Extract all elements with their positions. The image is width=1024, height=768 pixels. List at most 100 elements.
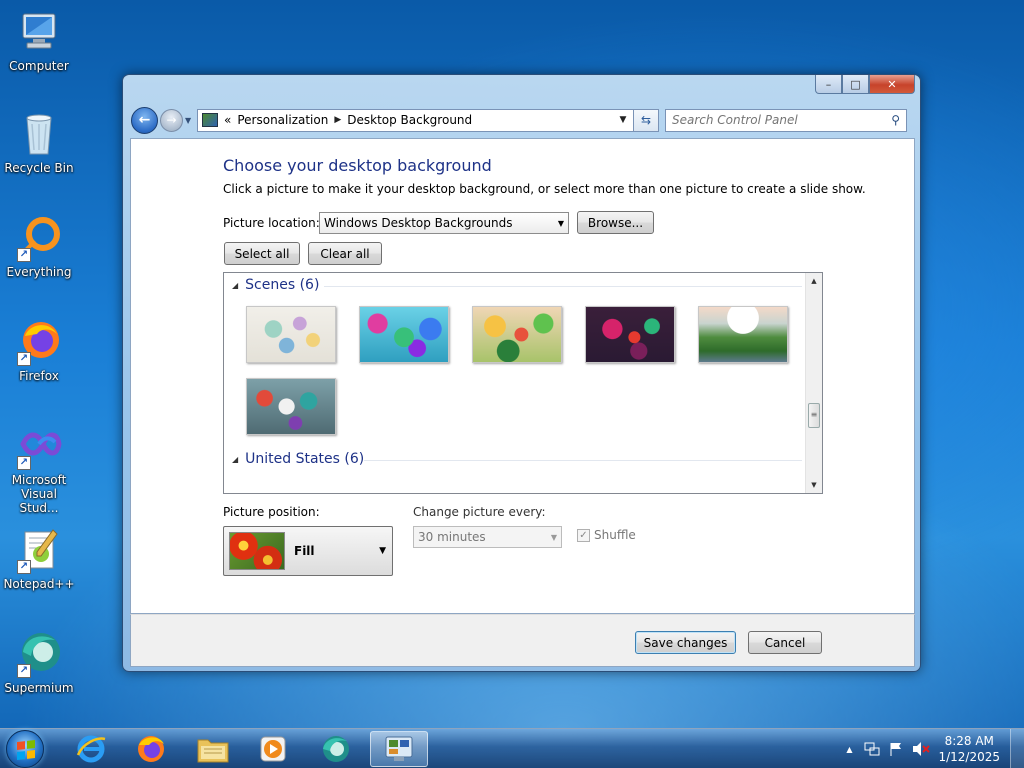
wallpaper-thumbnail[interactable]	[472, 306, 562, 363]
arrow-left-icon: ←	[138, 112, 151, 128]
desktop-icon-supermium[interactable]: ↗ Supermium	[0, 630, 78, 695]
recent-pages-dropdown[interactable]: ▼	[185, 116, 193, 125]
taskbar-firefox[interactable]	[122, 731, 180, 767]
desktop-icon-label: Notepad++	[3, 577, 75, 591]
checkmark-icon: ✓	[577, 528, 590, 542]
navigation-bar: ← → ▼ « Personalization ▶ Desktop Backgr…	[131, 106, 912, 134]
control-panel-icon	[202, 113, 218, 127]
scroll-thumb[interactable]: ≡	[808, 403, 820, 428]
desktop-icon-label: Computer	[9, 59, 69, 73]
wallpaper-thumbnail[interactable]	[246, 378, 336, 435]
position-preview-image	[229, 532, 285, 570]
page-description: Click a picture to make it your desktop …	[223, 182, 866, 196]
action-center-flag-icon[interactable]	[888, 741, 904, 757]
content-panel: Choose your desktop background Click a p…	[130, 138, 915, 614]
start-button[interactable]	[6, 730, 44, 768]
taskbar-file-explorer[interactable]	[184, 731, 242, 767]
address-bar[interactable]: « Personalization ▶ Desktop Background ▼	[197, 108, 634, 132]
shuffle-checkbox[interactable]: ✓ Shuffle	[577, 528, 636, 542]
visual-studio-icon: ↗	[15, 422, 63, 470]
address-dropdown-button[interactable]: ▼	[615, 112, 631, 129]
refresh-button[interactable]: ⇆	[634, 108, 659, 132]
desktop-icon-recycle-bin[interactable]: Recycle Bin	[0, 110, 78, 175]
refresh-icon: ⇆	[640, 113, 652, 127]
chevron-down-icon: ▼	[550, 532, 557, 542]
page-title: Choose your desktop background	[223, 156, 492, 175]
wallpaper-thumbnail[interactable]	[698, 306, 788, 363]
internet-explorer-icon	[76, 735, 106, 763]
picture-location-value: Windows Desktop Backgrounds	[324, 216, 513, 230]
firefox-icon	[138, 736, 164, 762]
maximize-button[interactable]: □	[842, 75, 869, 94]
group-divider	[364, 460, 802, 461]
shortcut-arrow-icon: ↗	[17, 456, 31, 470]
wallpaper-thumbnail[interactable]	[585, 306, 675, 363]
supermium-icon: ↗	[15, 630, 63, 678]
breadcrumb-personalization[interactable]: Personalization	[237, 113, 328, 127]
back-button[interactable]: ←	[131, 106, 158, 134]
show-desktop-button[interactable]	[1010, 729, 1024, 768]
clear-all-button[interactable]: Clear all	[308, 242, 382, 265]
picture-location-dropdown[interactable]: Windows Desktop Backgrounds ▼	[319, 212, 569, 234]
scroll-up-icon[interactable]: ▲	[806, 273, 822, 289]
browse-button[interactable]: Browse...	[577, 211, 654, 234]
taskbar-control-panel[interactable]	[370, 731, 428, 767]
shuffle-label: Shuffle	[594, 528, 636, 542]
search-input[interactable]	[672, 113, 872, 127]
picture-position-label: Picture position:	[223, 505, 320, 519]
change-picture-every-value: 30 minutes	[418, 530, 486, 544]
breadcrumb-separator-icon[interactable]: ▶	[334, 115, 341, 125]
cancel-button[interactable]: Cancel	[748, 631, 822, 654]
desktop-icon-label: Firefox	[19, 369, 59, 383]
shortcut-arrow-icon: ↗	[17, 560, 31, 574]
collapse-icon: ◢	[232, 454, 239, 464]
media-player-icon	[260, 736, 286, 762]
breadcrumb-desktop-background[interactable]: Desktop Background	[347, 113, 472, 127]
show-hidden-icons-button[interactable]: ▲	[846, 745, 852, 754]
taskbar-internet-explorer[interactable]	[62, 731, 120, 767]
picture-position-dropdown[interactable]: Fill ▼	[223, 526, 393, 576]
file-explorer-icon	[197, 739, 229, 763]
scroll-down-icon[interactable]: ▼	[806, 477, 822, 493]
taskbar: ▲ 8:28 AM 1/12/2025	[0, 728, 1024, 768]
wallpaper-thumbnail[interactable]	[359, 306, 449, 363]
chevron-down-icon: ▼	[379, 546, 386, 556]
taskbar-media-player[interactable]	[244, 731, 302, 767]
group-header-united-states[interactable]: ◢ United States (6)	[232, 451, 364, 467]
desktop-icon-notepadpp[interactable]: ↗ Notepad++	[0, 526, 78, 591]
gallery-scrollbar[interactable]: ▲ ≡ ▼	[805, 273, 822, 493]
chevron-down-icon: ▼	[557, 218, 564, 228]
search-box[interactable]: ⚲	[665, 108, 907, 132]
forward-button[interactable]: →	[160, 108, 183, 132]
group-header-scenes[interactable]: ◢ Scenes (6)	[232, 277, 319, 293]
desktop-icon-label: Supermium	[4, 681, 74, 695]
shortcut-arrow-icon: ↗	[17, 352, 31, 366]
change-picture-every-dropdown[interactable]: 30 minutes ▼	[413, 526, 562, 548]
desktop-icon-visual-studio[interactable]: ↗ Microsoft Visual Stud...	[0, 422, 78, 515]
clock[interactable]: 8:28 AM 1/12/2025	[938, 733, 1000, 765]
close-button[interactable]: ✕	[869, 75, 915, 94]
desktop-icon-everything[interactable]: ↗ Everything	[0, 214, 78, 279]
firefox-icon: ↗	[15, 318, 63, 366]
computer-icon	[15, 8, 63, 56]
search-icon[interactable]: ⚲	[891, 113, 900, 127]
shortcut-arrow-icon: ↗	[17, 664, 31, 678]
select-all-button[interactable]: Select all	[224, 242, 300, 265]
notepadpp-icon: ↗	[15, 526, 63, 574]
network-icon[interactable]	[864, 741, 880, 757]
minimize-button[interactable]: –	[815, 75, 842, 94]
taskbar-supermium[interactable]	[306, 731, 364, 767]
breadcrumb-prefix[interactable]: «	[224, 113, 231, 127]
wallpaper-gallery: ◢ Scenes (6) ◢ United States (6) ▲ ≡ ▼	[223, 272, 823, 494]
volume-muted-icon[interactable]	[912, 741, 931, 757]
recycle-bin-icon	[15, 110, 63, 158]
desktop-icon-computer[interactable]: Computer	[0, 8, 78, 73]
desktop-icon-firefox[interactable]: ↗ Firefox	[0, 318, 78, 383]
windows-logo-icon	[17, 740, 35, 760]
control-panel-icon	[385, 736, 413, 761]
save-changes-button[interactable]: Save changes	[635, 631, 736, 654]
desktop-icon-label: Microsoft Visual Stud...	[11, 473, 67, 515]
wallpaper-thumbnail[interactable]	[246, 306, 336, 363]
dialog-footer: Save changes Cancel	[130, 614, 915, 667]
clock-date: 1/12/2025	[938, 750, 1000, 764]
